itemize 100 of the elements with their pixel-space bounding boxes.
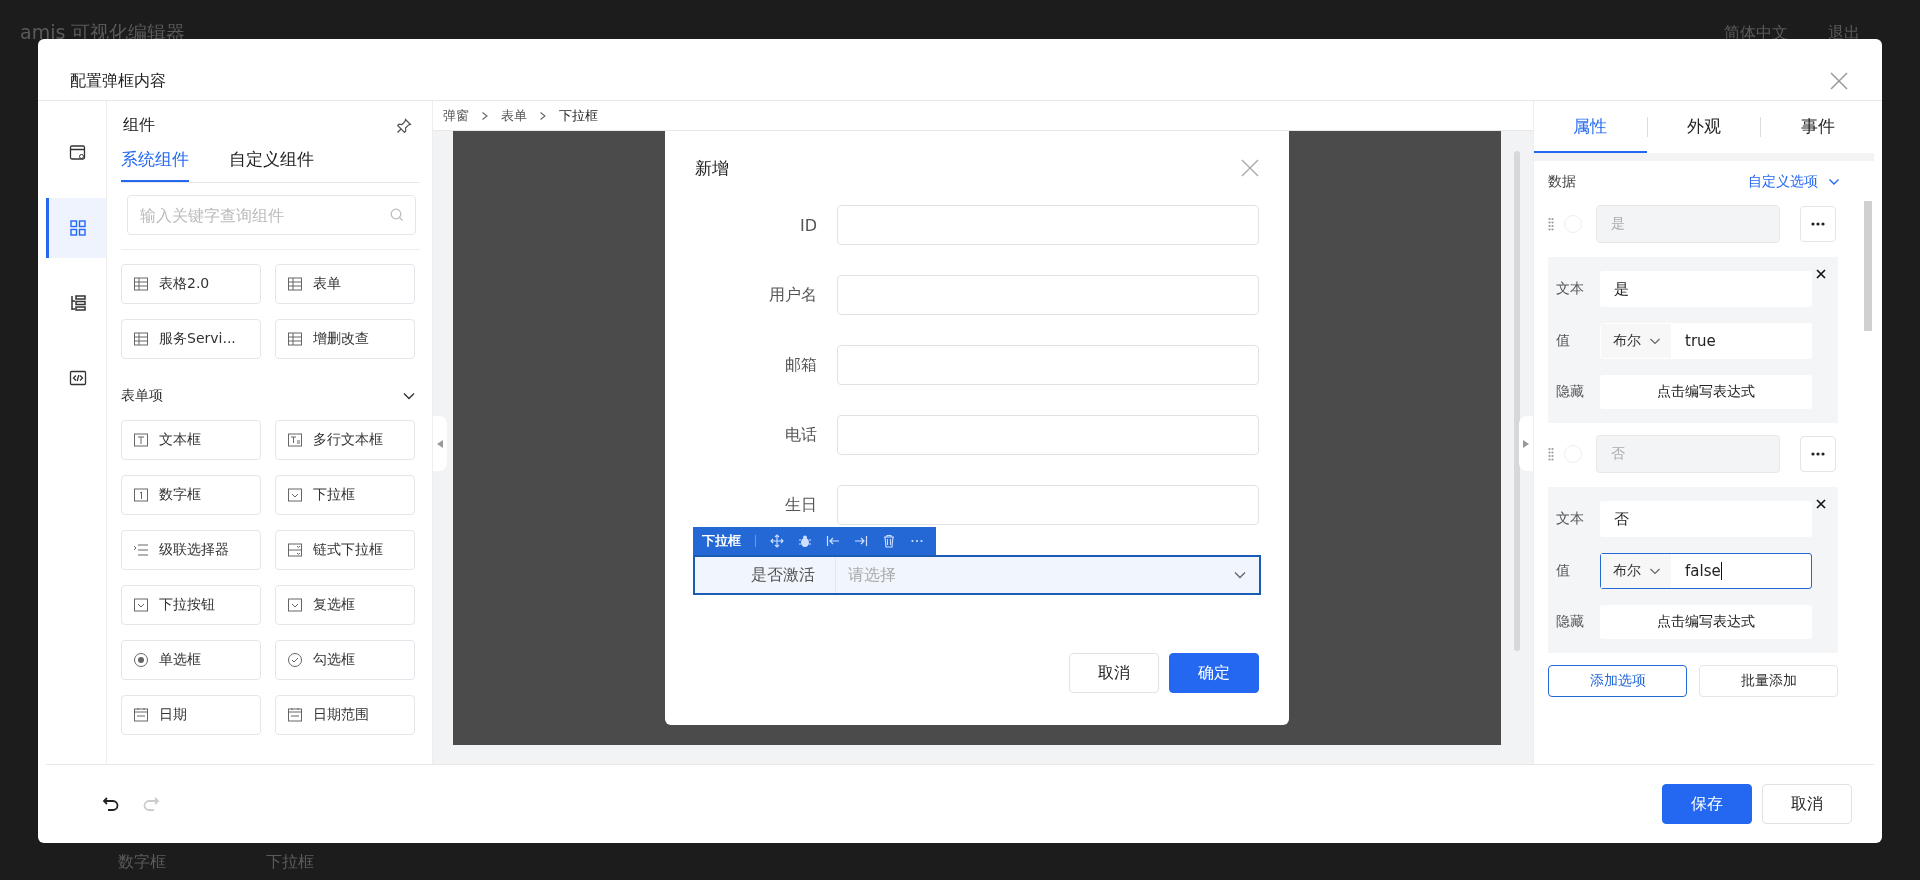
text-field[interactable] xyxy=(837,415,1259,455)
component-item: 下拉框 xyxy=(266,852,314,873)
field-label: 用户名 xyxy=(768,284,818,306)
cancel-button[interactable]: 取消 xyxy=(1069,653,1159,693)
collapse-handle[interactable] xyxy=(1519,416,1533,471)
confirm-button[interactable]: 确定 xyxy=(1169,653,1259,693)
search-field[interactable]: 输入关键字查询组件 xyxy=(127,195,416,235)
component-item[interactable]: 复选框 xyxy=(275,585,415,625)
batch-add-button[interactable]: 批量添加 xyxy=(1699,665,1838,697)
text-field[interactable]: 否 xyxy=(1600,501,1812,537)
save-button[interactable]: 保存 xyxy=(1662,784,1752,824)
breadcrumb-link[interactable]: 下拉框 xyxy=(559,106,598,125)
delete-icon[interactable] xyxy=(882,534,896,548)
text-field[interactable] xyxy=(837,205,1259,245)
field-label: 值 xyxy=(1556,332,1571,350)
expression-button[interactable]: 点击编写表达式 xyxy=(1600,605,1812,639)
component-icon xyxy=(133,542,149,558)
close-icon[interactable] xyxy=(1816,269,1826,279)
component-icon xyxy=(287,652,303,668)
drag-handle-icon[interactable] xyxy=(1548,447,1554,461)
component-icon xyxy=(287,597,303,613)
component-item[interactable]: 增删改查 xyxy=(275,319,415,359)
component-icon xyxy=(287,331,303,347)
section-title: 数据 xyxy=(1548,173,1576,191)
component-item[interactable]: 下拉框 xyxy=(275,475,415,515)
option-label-field: 是 xyxy=(1596,205,1780,243)
form-title: 新增 xyxy=(695,156,729,180)
component-item[interactable]: 链式下拉框 xyxy=(275,530,415,570)
panel-title: 组件 xyxy=(123,115,155,136)
toolbar-title: 下拉框 xyxy=(702,532,741,550)
component-item[interactable]: 表单 xyxy=(275,264,415,304)
type-select[interactable]: 布尔 xyxy=(1601,324,1671,358)
outline-icon xyxy=(68,294,87,312)
cancel-button[interactable]: 取消 xyxy=(1762,784,1852,824)
pin-icon[interactable] xyxy=(396,117,412,134)
component-item[interactable]: 下拉按钮 xyxy=(121,585,261,625)
component-icon xyxy=(287,432,303,448)
bug-icon[interactable] xyxy=(798,534,812,548)
insert-after-icon[interactable] xyxy=(854,534,868,548)
field-label: 是否激活 xyxy=(750,564,816,586)
component-item[interactable]: 级联选择器 xyxy=(121,530,261,570)
component-item[interactable]: 日期范围 xyxy=(275,695,415,735)
value-field[interactable]: 布尔 true xyxy=(1600,323,1812,359)
insert-before-icon[interactable] xyxy=(826,534,840,548)
more-icon xyxy=(1811,222,1825,226)
component-item: 数字框 xyxy=(118,852,166,873)
component-icon xyxy=(287,276,303,292)
component-icon xyxy=(133,487,149,503)
inspector-tab[interactable]: 事件 xyxy=(1761,101,1874,153)
panel-tab[interactable]: 系统组件 xyxy=(121,144,189,182)
close-icon[interactable] xyxy=(1816,499,1826,509)
component-icon xyxy=(133,707,149,723)
group-title: 表单项 xyxy=(121,387,163,405)
source-dropdown[interactable]: 自定义选项 xyxy=(1748,173,1840,191)
field-label: 生日 xyxy=(784,494,818,516)
field-label: 邮箱 xyxy=(784,354,818,376)
text-field[interactable]: 是 xyxy=(1600,271,1812,307)
component-item[interactable]: 日期 xyxy=(121,695,261,735)
component-item[interactable]: 勾选框 xyxy=(275,640,415,680)
expression-button[interactable]: 点击编写表达式 xyxy=(1600,375,1812,409)
add-option-button[interactable]: 添加选项 xyxy=(1548,665,1687,697)
more-icon xyxy=(1811,452,1825,456)
component-item[interactable]: 单选框 xyxy=(121,640,261,680)
text-field[interactable] xyxy=(837,345,1259,385)
field-label: 隐藏 xyxy=(1556,383,1585,401)
field-label: 文本 xyxy=(1556,510,1585,528)
component-icon xyxy=(133,652,149,668)
window-settings-icon xyxy=(68,144,87,162)
panel-tab[interactable]: 自定义组件 xyxy=(229,144,314,182)
component-item[interactable]: 表格2.0 xyxy=(121,264,261,304)
field-label: 隐藏 xyxy=(1556,613,1585,631)
text-field[interactable] xyxy=(837,275,1259,315)
field-label: 电话 xyxy=(784,424,818,446)
field-label: 文本 xyxy=(1556,280,1585,298)
component-item[interactable]: 服务Servi... xyxy=(121,319,261,359)
drag-handle-icon[interactable] xyxy=(1548,217,1554,231)
inspector-tab[interactable]: 属性 xyxy=(1534,101,1647,153)
breadcrumb-link[interactable]: 表单 xyxy=(501,106,527,125)
chevron-icon xyxy=(481,110,489,121)
component-item[interactable]: 数字框 xyxy=(121,475,261,515)
breadcrumb-link[interactable]: 弹窗 xyxy=(443,106,469,125)
component-icon xyxy=(133,331,149,347)
component-icon xyxy=(133,432,149,448)
component-item[interactable]: 文本框 xyxy=(121,420,261,460)
value-field[interactable]: 布尔 false xyxy=(1600,553,1812,589)
move-icon[interactable] xyxy=(770,534,784,548)
rail-tab[interactable] xyxy=(46,198,106,258)
component-item[interactable]: 多行文本框 xyxy=(275,420,415,460)
more-button[interactable] xyxy=(1800,206,1836,242)
type-select[interactable]: 布尔 xyxy=(1601,554,1671,588)
code-icon xyxy=(68,369,87,387)
scrollbar[interactable] xyxy=(1514,151,1520,651)
inspector-tab[interactable]: 外观 xyxy=(1647,101,1761,153)
grid-icon xyxy=(68,219,87,237)
component-icon xyxy=(133,597,149,613)
text-field[interactable] xyxy=(837,485,1259,525)
collapse-handle[interactable] xyxy=(433,416,447,471)
scrollbar[interactable] xyxy=(1864,201,1872,331)
more-button[interactable] xyxy=(1800,436,1836,472)
undo-icon[interactable] xyxy=(102,795,120,813)
